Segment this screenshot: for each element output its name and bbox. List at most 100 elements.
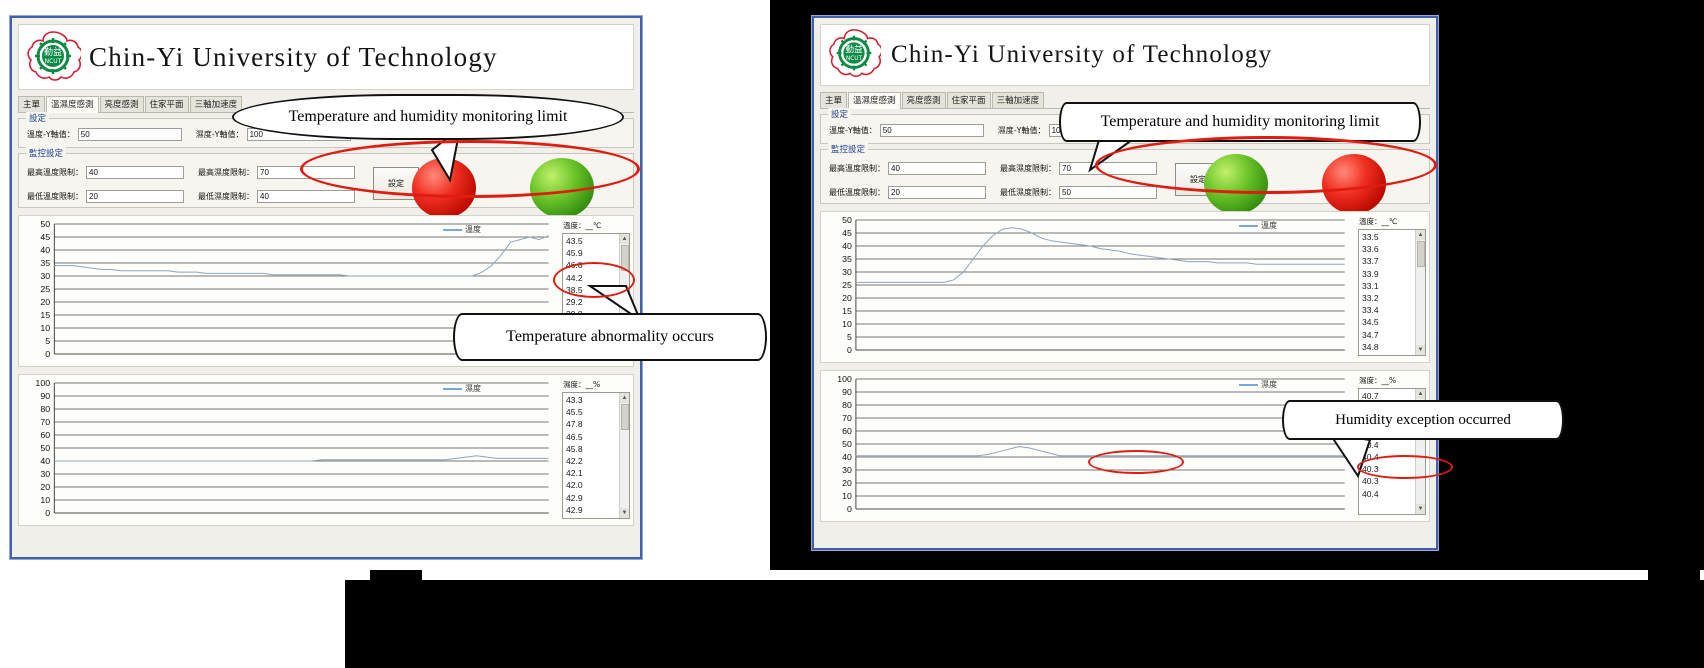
max-temp-label-right: 最高溫度限制：	[829, 164, 885, 173]
tab-brightness-right[interactable]: 亮度感測	[901, 92, 946, 108]
list-item[interactable]: 34.1	[1362, 353, 1415, 355]
temp-yaxis-field-right: 溫度-Y軸值：	[829, 124, 984, 137]
list-item[interactable]: 43.3	[566, 394, 619, 406]
min-humid-input-left[interactable]	[257, 190, 355, 203]
humidity-list-scrollbar-left[interactable]: ▲ ▼	[619, 393, 629, 518]
list-item[interactable]: 42.9	[566, 492, 619, 504]
list-item[interactable]: 45.9	[566, 247, 619, 259]
tab-brightness-left[interactable]: 亮度感測	[99, 96, 144, 112]
tab-floorplan-left[interactable]: 住家平面	[144, 96, 189, 112]
university-title-right: Chin-Yi University of Technology	[891, 41, 1273, 68]
legend-line-swatch-icon	[1239, 224, 1258, 227]
tab-temp-humidity-right[interactable]: 溫濕度感測	[848, 92, 901, 109]
list-item[interactable]: 42.9	[566, 504, 619, 516]
svg-text:30: 30	[842, 465, 852, 475]
temperature-chart-svg-right: 0 5 10 15 20 25 30 35 40 45 50	[842, 215, 1355, 355]
tab-main-left[interactable]: 主單	[18, 96, 46, 112]
list-item[interactable]: 42.2	[566, 455, 619, 467]
list-item[interactable]: 42.1	[566, 467, 619, 479]
scroll-down-arrow-icon[interactable]: ▼	[620, 508, 629, 518]
list-item[interactable]: 43.5	[566, 235, 619, 247]
temperature-chart-area-right: 0 5 10 15 20 25 30 35 40 45 50 溫度	[821, 212, 1355, 362]
temperature-list-wrap-right: 溫度：__℃ 33.5 33.6 33.7 33.9 33.1 33.2 33.4 34.5 3…	[1355, 212, 1429, 362]
scroll-up-arrow-icon[interactable]: ▲	[1416, 230, 1425, 240]
svg-text:5: 5	[847, 332, 852, 342]
university-banner-left: 勤益 NCUT Chin-Yi University of Technology	[18, 24, 634, 90]
humidity-list-title-right: 濕度：__%	[1359, 376, 1397, 385]
list-item[interactable]: 45.5	[566, 406, 619, 418]
svg-text:勤益: 勤益	[44, 46, 62, 58]
max-temp-input-left[interactable]	[86, 166, 184, 179]
svg-text:60: 60	[842, 426, 852, 436]
temperature-chart-legend-right: 溫度	[1239, 220, 1277, 231]
list-item[interactable]: 45.8	[566, 443, 619, 455]
min-temp-input-right[interactable]	[888, 186, 986, 199]
temperature-list-title-right: 溫度：__℃	[1359, 217, 1398, 226]
humidity-list-items-left[interactable]: 43.3 45.5 47.8 46.5 45.8 42.2 42.1 42.0 42.9 42.9	[563, 393, 619, 518]
list-item[interactable]: 42.0	[566, 479, 619, 491]
humidity-chart-legend-right: 濕度	[1239, 379, 1277, 390]
svg-text:10: 10	[40, 323, 50, 333]
humidity-alarm-indicator-right	[1322, 154, 1386, 214]
max-humid-input-left[interactable]	[257, 166, 355, 179]
list-item[interactable]: 34.5	[1362, 316, 1415, 328]
tab-floorplan-right[interactable]: 住家平面	[946, 92, 991, 108]
min-temp-input-left[interactable]	[86, 190, 184, 203]
tab-temp-humidity-left[interactable]: 溫濕度感測	[46, 96, 99, 113]
temperature-list-scrollbar-right[interactable]: ▲ ▼	[1415, 230, 1425, 355]
scroll-thumb[interactable]	[620, 245, 629, 271]
humidity-list-wrap-left: 濕度：__% 43.3 45.5 47.8 46.5 45.8 42.2 42.1 42.0 4…	[559, 375, 633, 525]
tab-main-right[interactable]: 主單	[820, 92, 848, 108]
list-item[interactable]: 34.7	[1362, 329, 1415, 341]
min-humid-input-right[interactable]	[1059, 186, 1157, 199]
temp-yaxis-field-left: 溫度-Y軸值：	[27, 128, 182, 141]
temp-yaxis-input-right[interactable]	[879, 124, 984, 137]
svg-text:100: 100	[35, 378, 50, 388]
max-humid-label-left: 最高濕度限制：	[198, 168, 254, 177]
humid-yaxis-label-left: 濕度-Y軸值：	[195, 130, 244, 139]
list-item[interactable]: 47.8	[566, 418, 619, 430]
svg-text:30: 30	[40, 271, 50, 281]
legend-label: 濕度	[465, 384, 481, 393]
temp-yaxis-label-right: 溫度-Y軸值：	[829, 126, 877, 135]
scroll-up-arrow-icon[interactable]: ▲	[620, 234, 629, 244]
tab-accelerometer-right[interactable]: 三軸加速度	[991, 92, 1045, 108]
scroll-down-arrow-icon[interactable]: ▼	[1416, 504, 1425, 514]
list-item[interactable]: 46.8	[566, 259, 619, 271]
list-item[interactable]: 33.9	[1362, 268, 1415, 280]
list-item[interactable]: 33.5	[1362, 231, 1415, 243]
svg-text:0: 0	[45, 349, 50, 359]
max-temp-input-right[interactable]	[888, 162, 986, 175]
tab-accelerometer-left[interactable]: 三軸加速度	[189, 96, 243, 112]
min-temp-label-right: 最低溫度限制：	[829, 188, 885, 197]
humidity-listbox-left[interactable]: 43.3 45.5 47.8 46.5 45.8 42.2 42.1 42.0 42.9 42.9…	[562, 392, 630, 519]
list-item[interactable]: 46.5	[566, 431, 619, 443]
callout-right-bottom-text: Humidity exception occurred	[1335, 411, 1511, 428]
temperature-list-items-right[interactable]: 33.5 33.6 33.7 33.9 33.1 33.2 33.4 34.5 34.7 34.8…	[1359, 230, 1415, 355]
list-item[interactable]: 33.7	[1362, 255, 1415, 267]
temp-yaxis-input-left[interactable]	[77, 128, 182, 141]
svg-text:30: 30	[842, 267, 852, 277]
scroll-thumb[interactable]	[620, 404, 629, 430]
list-item[interactable]: 33.4	[1362, 304, 1415, 316]
list-item[interactable]: 34.8	[1362, 341, 1415, 353]
list-item[interactable]: 33.6	[1362, 243, 1415, 255]
temperature-chart-legend-left: 溫度	[443, 224, 481, 235]
legend-line-swatch-icon	[443, 228, 462, 231]
humidity-chart-svg-left: 0 10 20 30 40 50 60 70 80 90 100	[35, 378, 559, 518]
scroll-up-arrow-icon[interactable]: ▲	[1416, 389, 1425, 399]
list-item[interactable]: 33.1	[1362, 280, 1415, 292]
min-humid-label-right: 最低濕度限制：	[1000, 188, 1056, 197]
humidity-chart-svg-right: 0 10 20 30 40 50 60 70 80 90 100	[837, 374, 1355, 514]
callout-right-top: Temperature and humidity monitoring limi…	[1059, 102, 1421, 142]
scroll-thumb[interactable]	[1416, 241, 1425, 267]
humidity-chart-area-left: 0 10 20 30 40 50 60 70 80 90 100 濕度	[19, 375, 559, 525]
scroll-up-arrow-icon[interactable]: ▲	[620, 393, 629, 403]
scroll-down-arrow-icon[interactable]: ▼	[1416, 345, 1425, 355]
temperature-listbox-right[interactable]: 33.5 33.6 33.7 33.9 33.1 33.2 33.4 34.5 34.7 34.8…	[1358, 229, 1426, 356]
settings-group-legend-left: 設定	[26, 112, 50, 124]
max-humid-label-right: 最高濕度限制：	[1000, 164, 1056, 173]
humidity-list-title-left: 濕度：__%	[563, 380, 601, 389]
min-humid-field-left: 最低濕度限制：	[198, 190, 355, 203]
list-item[interactable]: 33.2	[1362, 292, 1415, 304]
